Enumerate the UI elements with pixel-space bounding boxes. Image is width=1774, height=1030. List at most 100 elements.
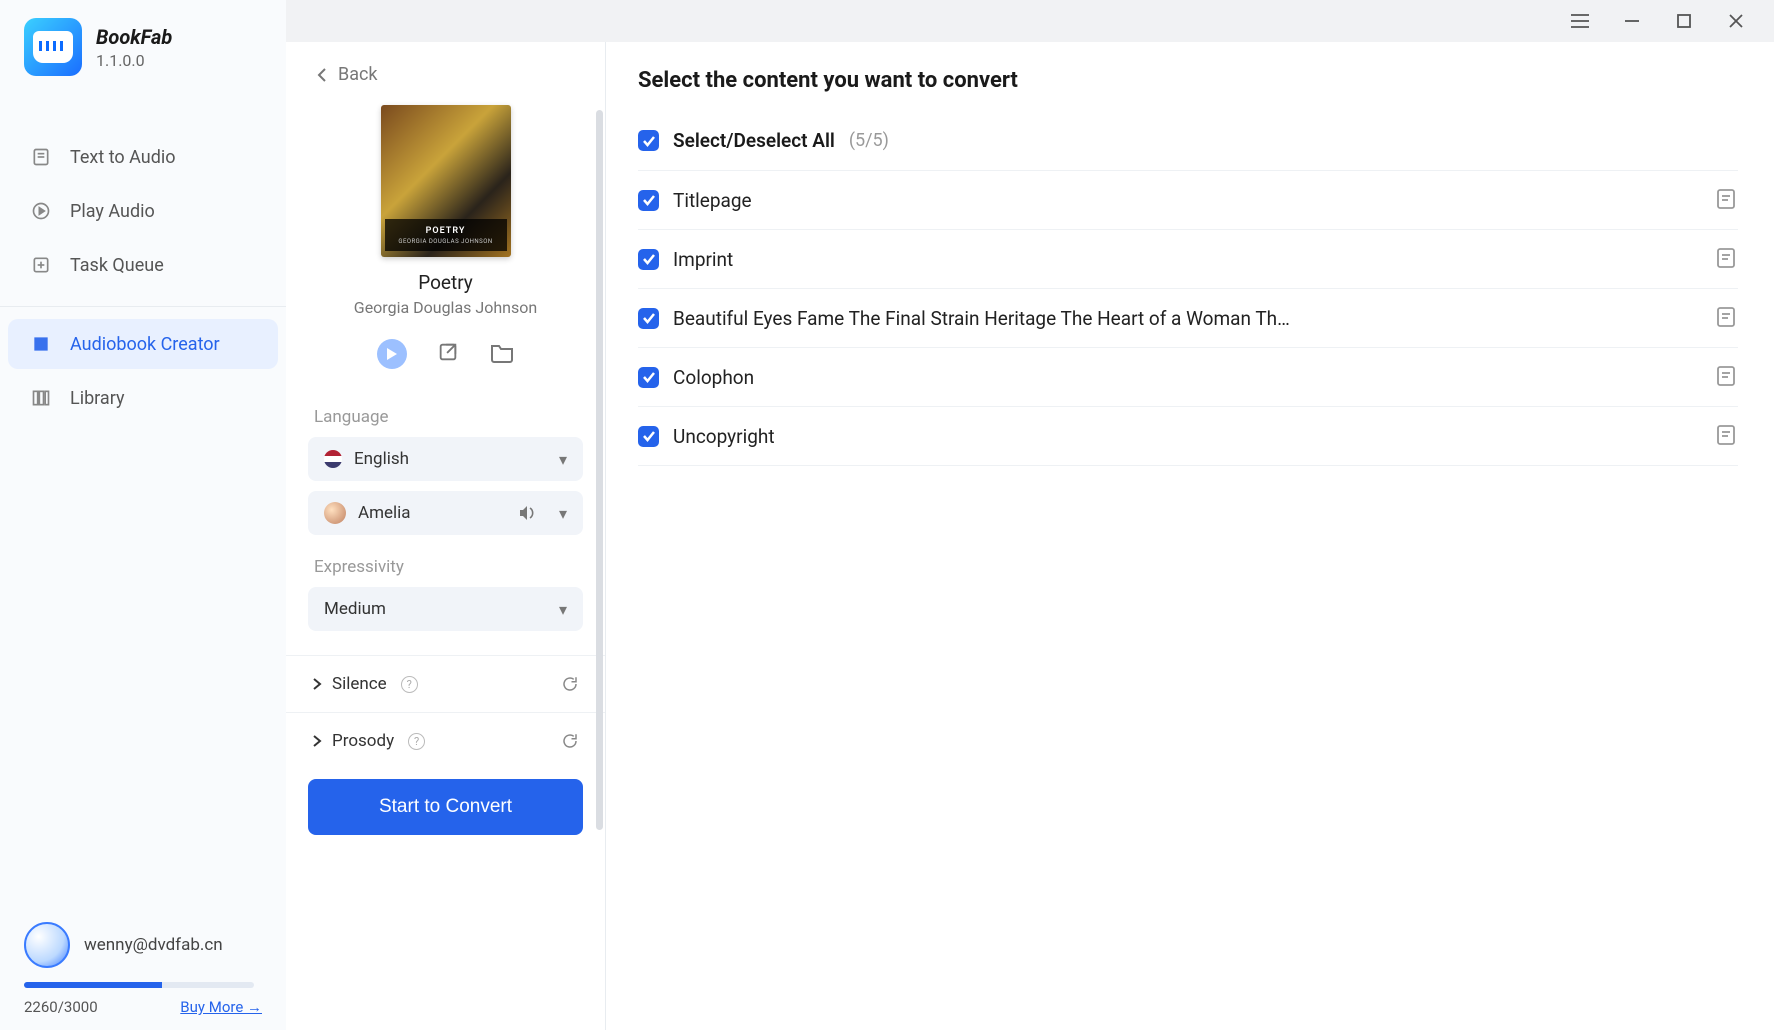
chapter-name: Beautiful Eyes Fame The Final Strain Her… (673, 307, 1702, 330)
help-icon[interactable]: ? (408, 733, 425, 750)
chapter-preview-button[interactable] (1716, 424, 1738, 448)
chevron-down-icon: ▾ (559, 450, 567, 469)
chapter-checkbox[interactable] (638, 249, 659, 270)
book-actions (286, 339, 605, 369)
chevron-down-icon: ▾ (559, 504, 567, 523)
chevron-right-icon (312, 678, 322, 690)
select-all-checkbox[interactable] (638, 130, 659, 151)
voice-select[interactable]: Amelia ▾ (308, 491, 583, 535)
chapter-name: Imprint (673, 248, 1702, 271)
credits-progress (24, 982, 254, 988)
brand-version: 1.1.0.0 (96, 51, 172, 70)
silence-section[interactable]: Silence ? (286, 655, 605, 712)
menu-icon[interactable] (1570, 11, 1590, 31)
main: Back POETRY GEORGIA DOUGLAS JOHNSON Poet… (286, 0, 1774, 1030)
help-icon[interactable]: ? (401, 676, 418, 693)
refresh-button[interactable] (561, 675, 579, 693)
export-button[interactable] (435, 339, 461, 365)
nav-library[interactable]: Library (8, 373, 278, 423)
language-label: Language (286, 407, 605, 437)
book-author: Georgia Douglas Johnson (286, 298, 605, 317)
play-button[interactable] (377, 339, 407, 369)
chapter-checkbox[interactable] (638, 367, 659, 388)
chapter-name: Uncopyright (673, 425, 1702, 448)
document-icon (1716, 306, 1736, 328)
document-icon (1716, 424, 1736, 446)
folder-button[interactable] (489, 339, 515, 365)
detail-panel: Back POETRY GEORGIA DOUGLAS JOHNSON Poet… (286, 42, 606, 1030)
document-icon (1716, 188, 1736, 210)
external-link-icon (437, 341, 459, 363)
user-row: wenny@dvdfab.cn (24, 922, 262, 968)
nav: Text to Audio Play Audio Task Queue Audi… (0, 128, 286, 427)
chapter-row: Beautiful Eyes Fame The Final Strain Her… (638, 289, 1738, 348)
cover-title: POETRY (426, 226, 466, 236)
language-value: English (354, 449, 547, 469)
logo-block: BookFab 1.1.0.0 (0, 0, 286, 98)
book-cover: POETRY GEORGIA DOUGLAS JOHNSON (381, 105, 511, 257)
document-icon (1716, 365, 1736, 387)
nav-play-audio[interactable]: Play Audio (8, 186, 278, 236)
user-email: wenny@dvdfab.cn (84, 935, 223, 955)
avatar[interactable] (24, 922, 70, 968)
select-all-row: Select/Deselect All (5/5) (638, 117, 1738, 171)
chevron-left-icon (316, 68, 328, 82)
titlebar (286, 0, 1774, 42)
back-label: Back (338, 64, 378, 85)
close-icon[interactable] (1726, 11, 1746, 31)
prosody-section[interactable]: Prosody ? (286, 712, 605, 769)
nav-audiobook-creator[interactable]: Audiobook Creator (8, 319, 278, 369)
nav-separator (0, 306, 286, 307)
cover-author: GEORGIA DOUGLAS JOHNSON (398, 238, 492, 245)
refresh-icon (561, 732, 579, 750)
check-icon (642, 430, 656, 442)
voice-value: Amelia (358, 503, 507, 523)
nav-label: Audiobook Creator (70, 334, 220, 355)
maximize-icon[interactable] (1674, 11, 1694, 31)
refresh-button[interactable] (561, 732, 579, 750)
expressivity-label: Expressivity (286, 557, 605, 587)
brand-name: BookFab (96, 25, 172, 49)
silence-label: Silence (332, 674, 387, 694)
voice-avatar-icon (324, 502, 346, 524)
buy-more-link[interactable]: Buy More → (180, 998, 262, 1016)
chapter-preview-button[interactable] (1716, 306, 1738, 330)
nav-label: Play Audio (70, 201, 155, 222)
chapter-checkbox[interactable] (638, 308, 659, 329)
chapter-checkbox[interactable] (638, 426, 659, 447)
nav-label: Library (70, 388, 125, 409)
app-logo-icon (24, 18, 82, 76)
chapter-panel: Select the content you want to convert S… (606, 42, 1774, 1030)
chapter-checkbox[interactable] (638, 190, 659, 211)
nav-text-to-audio[interactable]: Text to Audio (8, 132, 278, 182)
chevron-down-icon: ▾ (559, 600, 567, 619)
back-button[interactable]: Back (286, 64, 605, 99)
check-icon (642, 253, 656, 265)
chapter-row: Imprint (638, 230, 1738, 289)
expressivity-select[interactable]: Medium ▾ (308, 587, 583, 631)
flag-icon (324, 450, 342, 468)
check-icon (642, 312, 656, 324)
language-select[interactable]: English ▾ (308, 437, 583, 481)
credits-count: 2260/3000 (24, 998, 98, 1016)
chapter-row: Titlepage (638, 171, 1738, 230)
sidebar-footer: wenny@dvdfab.cn 2260/3000 Buy More → (0, 922, 286, 1016)
check-icon (642, 194, 656, 206)
minimize-icon[interactable] (1622, 11, 1642, 31)
book-icon (30, 333, 52, 355)
chapter-name: Colophon (673, 366, 1702, 389)
nav-label: Text to Audio (70, 147, 176, 168)
speaker-icon[interactable] (519, 505, 537, 521)
book-title: Poetry (286, 271, 605, 294)
nav-label: Task Queue (70, 255, 164, 276)
content: Back POETRY GEORGIA DOUGLAS JOHNSON Poet… (286, 42, 1774, 1030)
chapter-preview-button[interactable] (1716, 188, 1738, 212)
chapter-preview-button[interactable] (1716, 247, 1738, 271)
scrollbar[interactable] (596, 110, 603, 830)
chapter-preview-button[interactable] (1716, 365, 1738, 389)
expressivity-value: Medium (324, 599, 547, 619)
start-convert-button[interactable]: Start to Convert (308, 779, 583, 835)
chapter-row: Uncopyright (638, 407, 1738, 466)
play-circle-icon (30, 200, 52, 222)
nav-task-queue[interactable]: Task Queue (8, 240, 278, 290)
